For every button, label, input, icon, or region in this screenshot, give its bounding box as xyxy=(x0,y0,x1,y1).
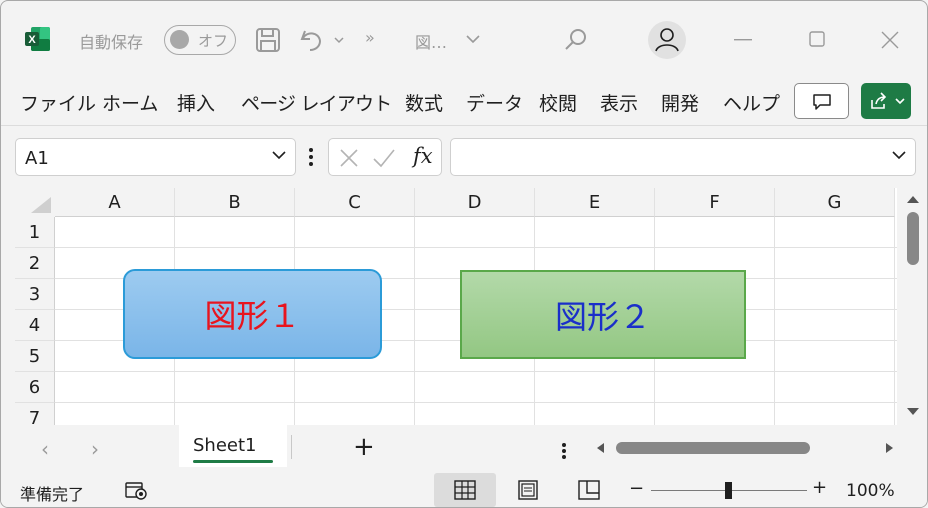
enter-icon[interactable] xyxy=(372,148,396,168)
column-header[interactable]: E xyxy=(535,188,655,217)
tab-developer[interactable]: 開発 xyxy=(661,89,699,116)
excel-window: X 自動保存 オフ » 図… ファイル ホーム 挿入 ページ レイアウト 数式 … xyxy=(0,0,928,508)
formula-input[interactable] xyxy=(450,138,916,176)
toggle-state-label: オフ xyxy=(198,32,229,50)
svg-text:X: X xyxy=(28,34,36,46)
tab-review[interactable]: 校閲 xyxy=(539,89,577,116)
select-all-icon xyxy=(31,197,51,213)
zoom-slider-thumb[interactable] xyxy=(725,482,732,499)
name-box[interactable]: A1 xyxy=(15,138,296,176)
status-text: 準備完了 xyxy=(20,485,85,504)
row-header[interactable]: 6 xyxy=(15,372,55,403)
name-box-value: A1 xyxy=(25,148,49,169)
prev-sheet-icon[interactable]: ‹ xyxy=(41,437,49,461)
chevron-down-icon[interactable] xyxy=(271,150,287,160)
shape-1-label: 図形１ xyxy=(204,297,301,335)
accessibility-icon[interactable] xyxy=(125,481,149,501)
status-bar: 準備完了 − + 100% xyxy=(1,471,927,507)
undo-icon[interactable] xyxy=(299,27,325,53)
shape-2-label: 図形２ xyxy=(554,297,651,336)
autosave-toggle[interactable]: オフ xyxy=(164,25,236,55)
undo-dropdown-icon[interactable] xyxy=(334,36,344,44)
scroll-down-icon[interactable] xyxy=(906,407,920,417)
column-header[interactable]: C xyxy=(295,188,415,217)
share-icon xyxy=(871,92,887,109)
more-commands-icon[interactable]: » xyxy=(365,28,375,47)
close-icon[interactable] xyxy=(881,31,899,49)
sheet-tab-label: Sheet1 xyxy=(193,435,257,456)
cancel-icon[interactable] xyxy=(339,148,359,168)
insert-function-icon[interactable]: fx xyxy=(413,144,433,168)
select-all-corner[interactable] xyxy=(15,188,55,217)
sheet-tab-bar: ‹ › Sheet1 + xyxy=(1,425,927,471)
toggle-knob xyxy=(170,30,189,49)
shape-2[interactable]: 図形２ xyxy=(460,270,746,359)
search-icon[interactable] xyxy=(563,27,589,53)
tab-data[interactable]: データ xyxy=(466,89,523,116)
tab-insert[interactable]: 挿入 xyxy=(177,89,215,116)
chevron-down-icon xyxy=(895,98,905,105)
ribbon-divider xyxy=(1,125,927,126)
maximize-icon[interactable] xyxy=(809,31,825,47)
expand-formula-bar-icon[interactable] xyxy=(891,150,907,160)
chevron-down-icon[interactable] xyxy=(465,34,481,44)
ribbon-tabs: ファイル ホーム 挿入 ページ レイアウト 数式 データ 校閲 表示 開発 ヘル… xyxy=(1,79,927,125)
tab-page-layout[interactable]: ページ レイアウト xyxy=(241,89,392,116)
row-header[interactable]: 5 xyxy=(15,341,55,372)
column-header[interactable]: D xyxy=(415,188,535,217)
excel-icon: X xyxy=(25,27,50,51)
grid-view-icon xyxy=(454,480,476,500)
column-header[interactable]: B xyxy=(175,188,295,217)
row-header[interactable]: 3 xyxy=(15,279,55,310)
normal-view-button[interactable] xyxy=(434,473,496,507)
add-sheet-button[interactable]: + xyxy=(353,432,375,462)
document-title[interactable]: 図… xyxy=(415,29,447,53)
zoom-level[interactable]: 100% xyxy=(846,481,895,501)
row-header[interactable]: 2 xyxy=(15,248,55,279)
more-options-icon[interactable] xyxy=(308,147,314,167)
column-header[interactable]: A xyxy=(55,188,175,217)
autosave-label: 自動保存 xyxy=(79,33,144,52)
comment-icon xyxy=(813,94,831,110)
row-header[interactable]: 7 xyxy=(15,403,55,425)
column-header[interactable]: F xyxy=(655,188,775,217)
sheet-tab-active[interactable]: Sheet1 xyxy=(179,425,287,467)
tab-home[interactable]: ホーム xyxy=(102,89,158,116)
tab-divider xyxy=(291,435,292,459)
minimize-icon[interactable] xyxy=(734,39,752,41)
more-options-icon[interactable] xyxy=(561,442,567,460)
vertical-scroll-thumb[interactable] xyxy=(907,212,919,265)
comments-button[interactable] xyxy=(794,83,849,119)
horizontal-scrollbar[interactable] xyxy=(593,439,897,457)
tab-file[interactable]: ファイル xyxy=(20,89,96,116)
active-tab-indicator xyxy=(193,460,273,463)
vertical-scrollbar[interactable] xyxy=(899,188,927,425)
horizontal-scroll-thumb[interactable] xyxy=(616,442,810,454)
scroll-left-icon[interactable] xyxy=(595,442,605,454)
tab-help[interactable]: ヘルプ xyxy=(723,89,780,116)
zoom-out-button[interactable]: − xyxy=(629,478,644,499)
column-header[interactable]: G xyxy=(775,188,895,217)
scroll-up-icon[interactable] xyxy=(906,194,920,204)
formula-buttons: fx xyxy=(328,138,442,176)
shape-1[interactable]: 図形１ xyxy=(123,269,382,359)
page-layout-view-icon[interactable] xyxy=(517,480,539,500)
worksheet-grid: A B C D E F G 1 2 3 4 5 6 7 図形１ 図形２ xyxy=(15,188,897,425)
save-icon[interactable] xyxy=(255,27,281,53)
tab-view[interactable]: 表示 xyxy=(600,89,638,116)
next-sheet-icon[interactable]: › xyxy=(91,437,99,461)
page-break-view-icon[interactable] xyxy=(578,480,600,500)
tab-formulas[interactable]: 数式 xyxy=(405,89,443,116)
scroll-right-icon[interactable] xyxy=(885,442,895,454)
row-header[interactable]: 1 xyxy=(15,217,55,248)
zoom-in-button[interactable]: + xyxy=(812,477,827,498)
row-header[interactable]: 4 xyxy=(15,310,55,341)
profile-icon[interactable] xyxy=(647,20,687,60)
title-bar: X 自動保存 オフ » 図… xyxy=(1,1,927,79)
share-button[interactable] xyxy=(861,83,911,119)
